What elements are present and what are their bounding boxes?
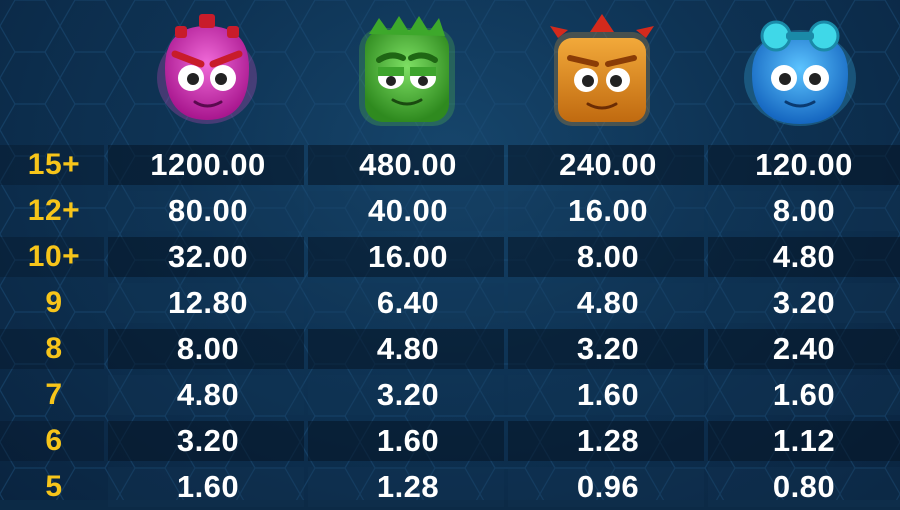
paytable-row: 8 8.00 4.80 3.20 2.40 — [0, 326, 900, 372]
payout-pink: 1.60 — [176, 469, 240, 504]
paytable-row: 9 12.80 6.40 4.80 3.20 — [0, 280, 900, 326]
payout-blue: 1.12 — [772, 423, 836, 458]
payout-green: 16.00 — [367, 239, 449, 274]
payout-green: 1.28 — [376, 469, 440, 504]
cluster-count: 5 — [45, 470, 63, 503]
payout-pink: 12.80 — [167, 285, 249, 320]
cluster-count: 10+ — [27, 240, 81, 273]
payout-pink: 80.00 — [167, 193, 249, 228]
payout-blue: 0.80 — [772, 469, 836, 504]
payout-orange: 16.00 — [567, 193, 649, 228]
payout-green: 1.60 — [376, 423, 440, 458]
payout-green: 3.20 — [376, 377, 440, 412]
payout-pink: 32.00 — [167, 239, 249, 274]
payout-orange: 8.00 — [576, 239, 640, 274]
payout-blue: 120.00 — [755, 147, 853, 182]
payout-orange: 4.80 — [576, 285, 640, 320]
payout-green: 4.80 — [376, 331, 440, 366]
cluster-count: 9 — [45, 286, 63, 319]
paytable-row: 5 1.60 1.28 0.96 0.80 — [0, 464, 900, 510]
payout-blue: 1.60 — [772, 377, 836, 412]
payout-blue: 8.00 — [772, 193, 836, 228]
paytable: 15+ 1200.00 480.00 240.00 120.00 12+ 80.… — [0, 142, 900, 510]
cluster-count: 6 — [45, 424, 63, 457]
cluster-count: 8 — [45, 332, 63, 365]
paytable-row: 15+ 1200.00 480.00 240.00 120.00 — [0, 142, 900, 188]
paytable-row: 7 4.80 3.20 1.60 1.60 — [0, 372, 900, 418]
payout-pink: 3.20 — [176, 423, 240, 458]
payout-pink: 1200.00 — [150, 147, 266, 182]
cluster-count: 15+ — [27, 148, 81, 181]
cluster-count: 12+ — [27, 194, 81, 227]
payout-orange: 1.28 — [576, 423, 640, 458]
cluster-count: 7 — [45, 378, 63, 411]
paytable-row: 12+ 80.00 40.00 16.00 8.00 — [0, 188, 900, 234]
payout-green: 480.00 — [359, 147, 457, 182]
payout-green: 6.40 — [376, 285, 440, 320]
payout-blue: 3.20 — [772, 285, 836, 320]
payout-orange: 240.00 — [559, 147, 657, 182]
payout-orange: 3.20 — [576, 331, 640, 366]
pink-alien-symbol-icon — [145, 8, 269, 132]
payout-pink: 4.80 — [176, 377, 240, 412]
blue-alien-symbol-icon — [738, 8, 862, 132]
payout-orange: 0.96 — [576, 469, 640, 504]
payout-blue: 4.80 — [772, 239, 836, 274]
paytable-row: 6 3.20 1.60 1.28 1.12 — [0, 418, 900, 464]
payout-green: 40.00 — [367, 193, 449, 228]
payout-blue: 2.40 — [772, 331, 836, 366]
orange-alien-symbol-icon — [540, 8, 664, 132]
payout-pink: 8.00 — [176, 331, 240, 366]
payout-orange: 1.60 — [576, 377, 640, 412]
paytable-row: 10+ 32.00 16.00 8.00 4.80 — [0, 234, 900, 280]
green-alien-symbol-icon — [345, 8, 469, 132]
